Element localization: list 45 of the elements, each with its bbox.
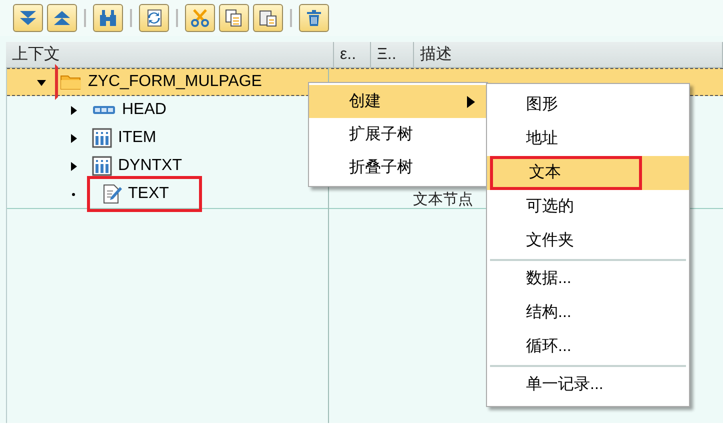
column-header[interactable]: 描述: [414, 42, 723, 67]
tree-node-label[interactable]: HEAD: [122, 98, 166, 122]
menu-item[interactable]: 可选的: [490, 190, 642, 224]
menu-item[interactable]: 文本: [490, 156, 642, 190]
double-chevron-up-icon: [52, 9, 72, 27]
column-header[interactable]: ε..: [334, 42, 371, 67]
menu-item[interactable]: 扩展子树: [309, 118, 487, 151]
menu-item[interactable]: 数据...: [490, 262, 642, 296]
menu-item[interactable]: 图形: [490, 88, 642, 122]
description-text: 文本节点: [413, 192, 473, 208]
table-icon: [92, 128, 112, 148]
paste-button[interactable]: [253, 4, 283, 32]
menu-item[interactable]: 地址: [490, 122, 642, 156]
pencil-document-icon: [102, 184, 122, 204]
tree-node-label[interactable]: ITEM: [118, 126, 156, 150]
column-header[interactable]: Ξ..: [371, 42, 414, 67]
caret-right-icon[interactable]: [68, 106, 78, 114]
structure-icon: [92, 105, 116, 115]
caret-right-icon[interactable]: [68, 134, 78, 142]
binoculars-icon: [98, 9, 118, 27]
expand-all-button[interactable]: [13, 4, 43, 32]
menu-item[interactable]: 结构...: [490, 296, 642, 330]
tree-node-label[interactable]: DYNTXT: [118, 154, 182, 178]
trash-icon: [304, 9, 324, 27]
find-button[interactable]: [93, 4, 123, 32]
cut-button[interactable]: [185, 4, 215, 32]
collapse-all-button[interactable]: [47, 4, 77, 32]
caret-down-icon[interactable]: [36, 78, 46, 86]
copy-button[interactable]: [219, 4, 249, 32]
refresh-button[interactable]: [139, 4, 169, 32]
copy-icon: [224, 9, 244, 27]
menu-item[interactable]: 文件夹: [490, 224, 642, 258]
menu-item[interactable]: 单一记录...: [490, 368, 642, 402]
delete-button[interactable]: [299, 4, 329, 32]
scissors-icon: [190, 9, 210, 27]
table-icon: [92, 156, 112, 176]
paste-icon: [258, 9, 278, 27]
folder-icon: [60, 74, 82, 90]
caret-right-icon[interactable]: [68, 162, 78, 170]
double-chevron-down-icon: [18, 9, 38, 27]
menu-item[interactable]: 循环...: [490, 330, 642, 364]
tree-node-label[interactable]: TEXT: [128, 182, 169, 206]
menu-item[interactable]: 折叠子树: [309, 151, 487, 184]
column-header[interactable]: 上下文: [6, 42, 334, 67]
menu-item[interactable]: 创建: [309, 85, 487, 118]
